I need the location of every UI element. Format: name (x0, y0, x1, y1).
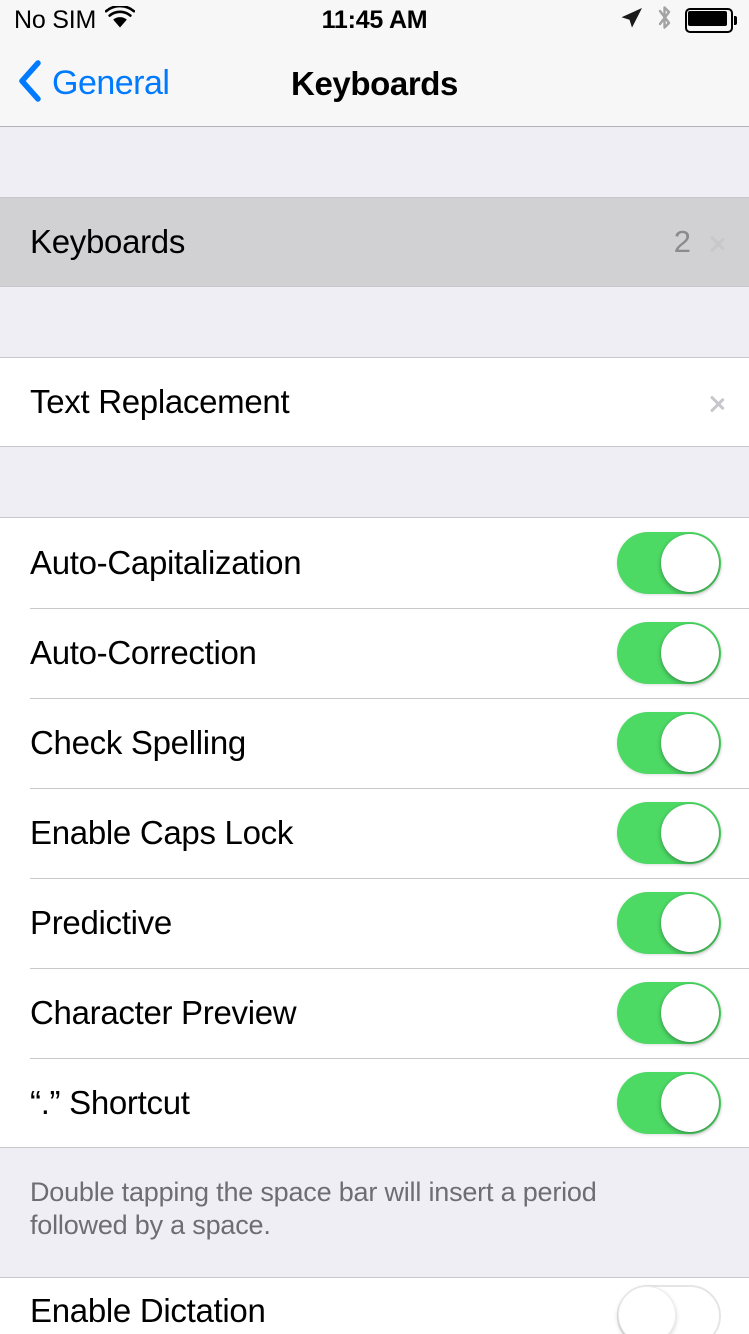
keyboards-row-accessory: 2 (674, 224, 725, 260)
keyboards-row-label: Keyboards (30, 223, 186, 260)
text-replacement-row[interactable]: Text Replacement (0, 357, 749, 447)
chevron-right-icon (709, 388, 725, 416)
toggle-predictive[interactable] (617, 892, 721, 954)
row-character-preview[interactable]: Character Preview (0, 968, 749, 1058)
row-predictive[interactable]: Predictive (0, 878, 749, 968)
toggle-period-shortcut[interactable] (617, 1072, 721, 1134)
iphone-settings-screen: No SIM 11:45 AM General Keyboards Keyboa… (0, 0, 749, 1334)
section-gap-3 (0, 448, 749, 517)
row-enable-caps-lock[interactable]: Enable Caps Lock (0, 788, 749, 878)
row-period-shortcut-label: “.” Shortcut (30, 1084, 190, 1121)
toggle-knob (618, 1286, 676, 1334)
row-check-spelling-label: Check Spelling (30, 724, 246, 761)
location-arrow-icon (618, 5, 644, 36)
toggle-knob (661, 624, 719, 682)
keyboards-row[interactable]: Keyboards 2 (0, 197, 749, 287)
toggle-character-preview[interactable] (617, 982, 721, 1044)
toggle-knob (661, 984, 719, 1042)
row-auto-correction[interactable]: Auto-Correction (0, 608, 749, 698)
status-bar: No SIM 11:45 AM (0, 0, 749, 40)
keyboard-options-group: Auto-Capitalization Auto-Correction Chec… (0, 517, 749, 1148)
text-replacement-row-label: Text Replacement (30, 383, 290, 420)
status-bar-right (618, 4, 737, 36)
toggle-knob (661, 1074, 719, 1132)
toggle-knob (661, 804, 719, 862)
toggle-auto-correction[interactable] (617, 622, 721, 684)
navigation-bar: General Keyboards (0, 40, 749, 127)
toggle-check-spelling[interactable] (617, 712, 721, 774)
toggle-knob (661, 534, 719, 592)
chevron-right-icon (709, 228, 725, 256)
section-gap-1 (0, 128, 749, 197)
row-period-shortcut[interactable]: “.” Shortcut (0, 1058, 749, 1148)
page-title: Keyboards (291, 64, 458, 102)
battery-full-icon (685, 7, 737, 33)
toggle-knob (661, 714, 719, 772)
row-character-preview-label: Character Preview (30, 994, 297, 1031)
row-auto-capitalization-label: Auto-Capitalization (30, 544, 302, 581)
section-gap-2 (0, 288, 749, 357)
row-enable-dictation-label: Enable Dictation (30, 1292, 266, 1329)
toggle-auto-capitalization[interactable] (617, 532, 721, 594)
bluetooth-icon (656, 4, 673, 36)
row-enable-caps-lock-label: Enable Caps Lock (30, 814, 294, 851)
row-auto-correction-label: Auto-Correction (30, 634, 257, 671)
toggle-enable-dictation[interactable] (617, 1285, 721, 1334)
row-enable-dictation[interactable]: Enable Dictation (0, 1277, 749, 1334)
section-footer: Double tapping the space bar will insert… (0, 1147, 749, 1277)
row-check-spelling[interactable]: Check Spelling (0, 698, 749, 788)
row-auto-capitalization[interactable]: Auto-Capitalization (0, 518, 749, 608)
keyboards-count-value: 2 (673, 224, 691, 259)
toggle-knob (661, 894, 719, 952)
toggle-enable-caps-lock[interactable] (617, 802, 721, 864)
text-replacement-row-accessory (709, 388, 725, 416)
period-shortcut-description: Double tapping the space bar will insert… (30, 1177, 597, 1240)
row-predictive-label: Predictive (30, 904, 172, 941)
